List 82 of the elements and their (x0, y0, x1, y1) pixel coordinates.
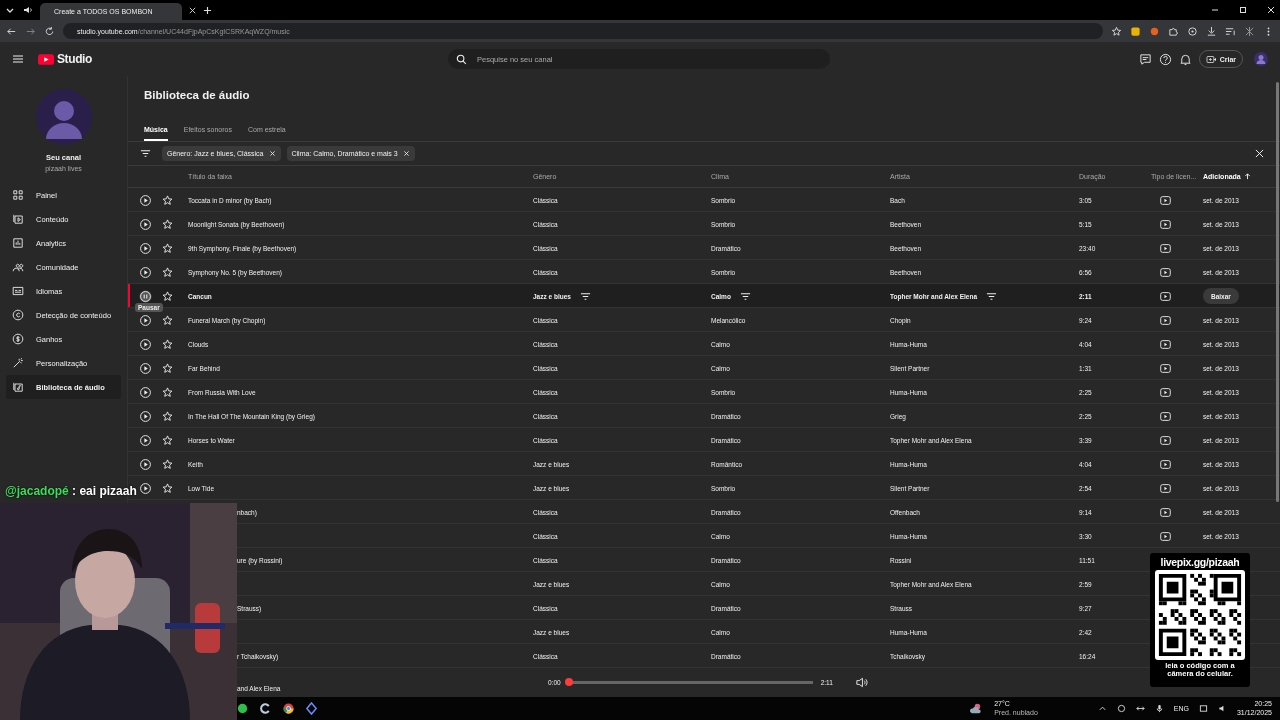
play-icon[interactable] (138, 385, 152, 399)
chevron-up-icon[interactable] (1097, 704, 1107, 713)
play-icon[interactable] (138, 241, 152, 255)
app-tray-icon[interactable] (1116, 704, 1126, 713)
close-icon[interactable] (188, 5, 197, 15)
star-icon[interactable] (161, 218, 173, 230)
play-icon[interactable] (138, 361, 152, 375)
star-icon[interactable] (161, 434, 173, 446)
video-plus-icon (1205, 54, 1217, 64)
puzzle-icon[interactable] (1168, 25, 1179, 37)
network-tray-icon[interactable] (1135, 704, 1145, 713)
extension-icon[interactable] (1244, 25, 1255, 37)
pause-icon[interactable] (138, 289, 152, 303)
star-icon[interactable] (161, 290, 173, 302)
download-icon[interactable] (1206, 25, 1217, 37)
people-icon (12, 261, 24, 273)
cast-icon[interactable] (1187, 25, 1198, 37)
extension-icon[interactable] (1149, 25, 1160, 37)
star-icon[interactable] (161, 242, 173, 254)
play-icon[interactable] (138, 433, 152, 447)
reading-list-icon[interactable] (1225, 25, 1236, 37)
microphone-icon[interactable] (1154, 704, 1164, 713)
slider-thumb[interactable] (564, 678, 573, 686)
network-icon[interactable] (1198, 704, 1208, 713)
play-icon[interactable] (138, 337, 152, 351)
chart-icon (12, 237, 24, 249)
play-icon[interactable] (138, 481, 152, 495)
magic-wand-icon (12, 357, 24, 369)
close-icon[interactable] (402, 150, 410, 157)
scrollbar[interactable] (1276, 82, 1279, 502)
avatar[interactable] (1254, 52, 1268, 66)
star-icon[interactable] (161, 338, 173, 350)
star-icon[interactable] (161, 314, 173, 326)
app-icon[interactable] (236, 702, 249, 715)
play-icon[interactable] (138, 217, 152, 231)
volume-icon[interactable] (854, 676, 868, 689)
play-logo-icon (38, 53, 54, 65)
star-icon[interactable] (161, 458, 173, 470)
star-icon[interactable] (161, 386, 173, 398)
filter-icon[interactable] (579, 290, 591, 302)
close-icon[interactable] (1255, 149, 1264, 158)
star-icon[interactable] (161, 362, 173, 374)
dollar-icon (12, 333, 24, 345)
app-icon[interactable] (259, 702, 272, 715)
page-title: Biblioteca de áudio (144, 89, 251, 101)
filter-icon[interactable] (739, 290, 751, 302)
play-icon[interactable] (138, 313, 152, 327)
feedback-icon[interactable] (1138, 52, 1152, 66)
browser-icon[interactable] (282, 702, 295, 715)
app-icon[interactable] (305, 702, 318, 715)
menu-icon[interactable] (12, 53, 24, 65)
close-icon[interactable] (268, 150, 276, 157)
star-icon[interactable] (161, 410, 173, 422)
dashboard-icon (12, 189, 24, 201)
video-library-icon (12, 213, 24, 225)
logo-text: Studio (57, 52, 92, 66)
extension-icon[interactable] (1130, 25, 1141, 37)
channel-avatar[interactable] (35, 89, 92, 145)
progress-slider[interactable] (568, 681, 813, 684)
star-icon[interactable] (1111, 25, 1122, 37)
chat-message: @jacadopé : eai pizaah (5, 484, 137, 498)
play-icon[interactable] (138, 457, 152, 471)
star-icon[interactable] (161, 266, 173, 278)
help-icon[interactable] (1158, 52, 1172, 66)
star-icon[interactable] (161, 194, 173, 206)
new-tab-icon[interactable] (203, 5, 212, 15)
restore-icon[interactable] (1238, 5, 1248, 15)
music-library-icon (12, 381, 24, 393)
filter-icon[interactable] (140, 148, 151, 159)
speaker-icon (22, 4, 34, 16)
close-icon[interactable] (1266, 5, 1276, 15)
bell-icon[interactable] (1178, 52, 1192, 66)
search-icon (456, 53, 467, 65)
play-icon[interactable] (138, 409, 152, 423)
reload-icon[interactable] (44, 25, 55, 37)
copyright-icon (12, 309, 24, 321)
star-icon[interactable] (161, 482, 173, 494)
arrow-up-icon (1243, 173, 1251, 180)
filter-icon[interactable] (986, 290, 998, 302)
play-icon[interactable] (138, 193, 152, 207)
subtitles-icon (12, 285, 24, 297)
play-icon[interactable] (138, 265, 152, 279)
